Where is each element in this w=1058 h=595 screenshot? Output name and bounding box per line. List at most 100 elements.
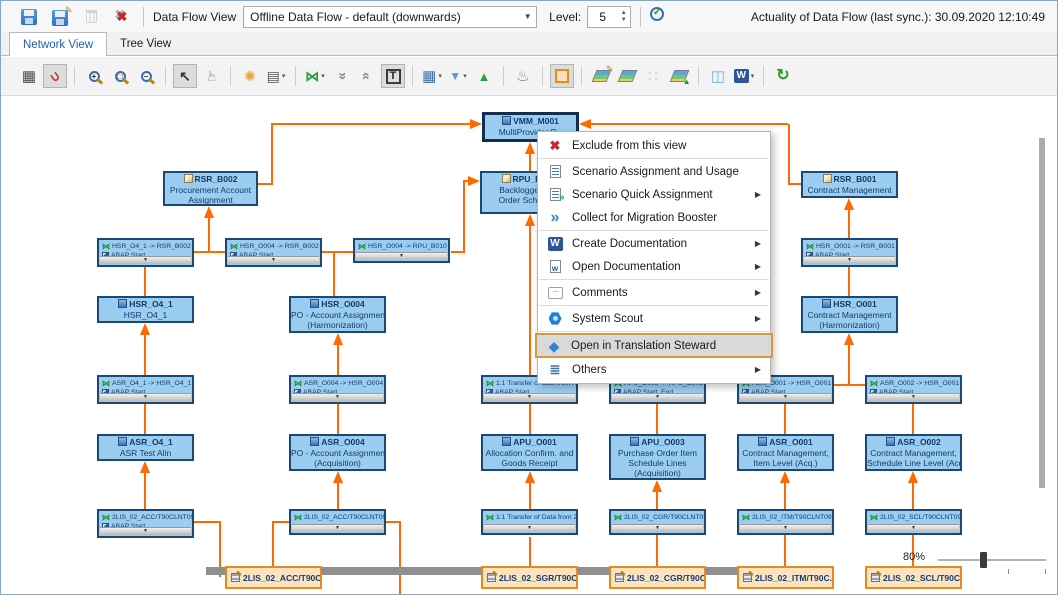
expand-strip[interactable]: ▼ — [612, 524, 703, 532]
filter-icon[interactable]: ▼▾ — [446, 64, 470, 88]
menu-item-others[interactable]: ≣Others▶ — [538, 358, 770, 381]
node-APU_O001[interactable]: APU_O001Allocation Confirm. andGoods Rec… — [481, 434, 578, 471]
expand-strip[interactable]: ▼ — [740, 524, 831, 532]
tab-tree-view[interactable]: Tree View — [107, 32, 184, 55]
transformation-node[interactable]: ⋈HSR_O004 -> RPU_B010▼ — [353, 238, 450, 263]
node-HSR_O001[interactable]: HSR_O001Contract Management(Harmonizatio… — [801, 296, 898, 333]
datasource-node[interactable]: 2LIS_02_ITM/T90C... — [737, 566, 834, 589]
zoom-slider-handle[interactable] — [980, 552, 987, 568]
expand-strip[interactable]: ▼ — [100, 527, 191, 535]
expand-strip[interactable]: ▼ — [484, 393, 575, 401]
node-ASR_O004[interactable]: ASR_O004PO - Account Assignment(Acquisit… — [289, 434, 386, 471]
expand-strip[interactable]: ▼ — [740, 393, 831, 401]
expand-strip[interactable]: ▼ — [292, 524, 383, 532]
collapse-all-icon[interactable]: « — [329, 64, 353, 88]
node-HSR_O4_1[interactable]: HSR_O4_1HSR_O4_1 — [97, 296, 194, 323]
expand-strip[interactable]: ▼ — [868, 393, 959, 401]
expand-strip[interactable]: ▼ — [484, 524, 575, 532]
transformation-node[interactable]: ⋈HSR_O004 -> RSR_B002ABAP Start▼ — [225, 238, 322, 267]
transformation-node[interactable]: ⋈2LIS_02_ACC/T90CLNT090 ->...▼ — [289, 509, 386, 535]
menu-item-exclude-from-this-view[interactable]: ✖Exclude from this view — [538, 134, 770, 157]
refresh-icon[interactable]: ↻ — [771, 64, 795, 88]
text-mode-icon[interactable]: T — [381, 64, 405, 88]
tab-network-view[interactable]: Network View — [9, 32, 107, 56]
dropdown-caret-icon[interactable]: ▾ — [438, 72, 442, 80]
expand-strip[interactable]: ▼ — [804, 256, 895, 264]
expand-strip[interactable]: ▼ — [228, 256, 319, 264]
layers-icon[interactable] — [615, 64, 639, 88]
datasource-node[interactable]: 2LIS_02_CGR/T90C... — [609, 566, 706, 589]
word-export-icon[interactable]: W▾ — [732, 64, 756, 88]
expand-strip[interactable]: ▼ — [868, 524, 959, 532]
stepper-arrows-icon[interactable]: ▲▼ — [617, 7, 630, 27]
transformation-node[interactable]: ⋈2LIS_02_CGR/T90CLNT090 ->...▼ — [609, 509, 706, 535]
expand-strip[interactable]: ▼ — [100, 256, 191, 264]
expand-all-icon[interactable]: « — [355, 64, 379, 88]
datasource-node[interactable]: 2LIS_02_ACC/T90C... — [225, 566, 322, 589]
menu-item-create-documentation[interactable]: WCreate Documentation▶ — [538, 232, 770, 255]
menu-item-open-documentation[interactable]: wOpen Documentation▶ — [538, 255, 770, 278]
expand-strip[interactable]: ▼ — [356, 252, 447, 260]
hierarchy-icon[interactable]: ◫ — [706, 64, 730, 88]
save-button[interactable] — [17, 5, 41, 29]
image-layers-icon[interactable]: ▲ — [667, 64, 691, 88]
pan-hand-icon[interactable]: ☞ — [199, 64, 223, 88]
dropdown-caret-icon[interactable]: ▾ — [751, 72, 755, 80]
dropdown-caret-icon[interactable]: ▾ — [282, 72, 286, 80]
node-RSR_B001[interactable]: RSR_B001Contract Management — [801, 171, 898, 198]
menu-item-system-scout[interactable]: System Scout▶ — [538, 307, 770, 330]
menu-item-open-in-translation-steward[interactable]: ◆Open in Translation Steward — [535, 333, 773, 358]
transformation-node[interactable]: ⋈2LIS_02_SCL/T90CLNT090 ->...▼ — [865, 509, 962, 535]
data-flow-view-select[interactable]: Offline Data Flow - default (downwards) … — [243, 6, 537, 28]
level-stepper[interactable]: 5 ▲▼ — [587, 6, 631, 28]
node-APU_O003[interactable]: APU_O003Purchase Order ItemSchedule Line… — [609, 434, 706, 480]
transformation-node[interactable]: ⋈HSR_O001 -> RSR_B001ABAP Start▼ — [801, 238, 898, 267]
transformation-node[interactable]: ⋈ASR_O4_1 -> HSR_O4_1ABAP Start▼ — [97, 375, 194, 404]
vertical-scrollbar-thumb[interactable] — [1039, 138, 1045, 488]
node-HSR_O004[interactable]: HSR_O004PO - Account Assignment(Harmoniz… — [289, 296, 386, 333]
snap-grid-icon[interactable]: ▦ — [17, 64, 41, 88]
transformation-node[interactable]: ⋈1:1 Transfer of Data from 2LIS...▼ — [481, 509, 578, 535]
system-scout-pot-icon[interactable]: ♨ — [511, 64, 535, 88]
datasource-node[interactable]: 2LIS_02_SGR/T90C... — [481, 566, 578, 589]
datasource-node[interactable]: 2LIS_02_SCL/T90CL... — [865, 566, 962, 589]
remove-from-view-button[interactable]: ✖ — [110, 5, 134, 29]
transformation-node[interactable]: ⋈ASR_O004 -> HSR_O004ABAP Start▼ — [289, 375, 386, 404]
expand-strip[interactable]: ▼ — [612, 393, 703, 401]
highlight-frame-icon[interactable] — [550, 64, 574, 88]
magic-wand-icon[interactable]: ✺ — [238, 64, 262, 88]
dropdown-caret-icon[interactable]: ▾ — [321, 72, 325, 80]
zoom-out-icon[interactable]: − — [134, 64, 158, 88]
transformation-node[interactable]: ⋈2LIS_02_ITM/T90CLNT090 ->...▼ — [737, 509, 834, 535]
magnet-snap-icon[interactable]: ∪ — [43, 64, 67, 88]
save-all-button[interactable]: ✎ — [48, 5, 72, 29]
menu-item-scenario-quick-assignment[interactable]: »Scenario Quick Assignment▶ — [538, 183, 770, 206]
datasource-label: 2LIS_02_CGR/T90C... — [627, 573, 706, 583]
node-ASR_O001[interactable]: ASR_O001Contract Management,Item Level (… — [737, 434, 834, 471]
transformation-label: ASR_O002 -> HSR_O001 — [880, 380, 959, 387]
search-table-icon[interactable]: ▦▾ — [420, 64, 444, 88]
menu-item-scenario-assignment-and-usage[interactable]: Scenario Assignment and Usage — [538, 160, 770, 183]
transformation-filter-icon[interactable]: ⋈▾ — [303, 64, 327, 88]
zoom-fit-icon[interactable]: □ — [108, 64, 132, 88]
transformation-node[interactable]: ⋈HSR_O4_1 -> RSR_B002ABAP Start▼ — [97, 238, 194, 267]
node-ASR_O4_1[interactable]: ASR_O4_1ASR Test Alin — [97, 434, 194, 461]
menu-item-collect-for-migration-booster[interactable]: »Collect for Migration Booster — [538, 206, 770, 229]
node-ASR_O002[interactable]: ASR_O002Contract Management,Schedule Lin… — [865, 434, 962, 471]
adso-icon — [118, 299, 127, 308]
chevron-down-icon[interactable]: ▼ — [519, 12, 536, 21]
transformation-node[interactable]: ⋈ASR_O002 -> HSR_O001ABAP Start▼ — [865, 375, 962, 404]
expand-strip[interactable]: ▼ — [292, 393, 383, 401]
zoom-in-icon[interactable]: + — [82, 64, 106, 88]
system-scout-icon — [538, 312, 572, 325]
expand-strip[interactable]: ▼ — [100, 393, 191, 401]
zoom-slider-track[interactable] — [938, 559, 1046, 561]
swimlane-layout-icon[interactable]: ▤▾ — [264, 64, 288, 88]
transformation-node[interactable]: ⋈2LIS_02_ACC/T90CLNT090 ->...ABAP Start▼ — [97, 509, 194, 538]
menu-item-comments[interactable]: ···Comments▶ — [538, 281, 770, 304]
select-cursor-icon[interactable]: ↖ — [173, 64, 197, 88]
edit-layers-icon[interactable]: ✎ — [589, 64, 613, 88]
dropdown-caret-icon[interactable]: ▾ — [463, 72, 467, 80]
node-RSR_B002[interactable]: RSR_B002Procurement AccountAssignment — [163, 171, 258, 206]
chart-icon[interactable]: ▲ — [472, 64, 496, 88]
